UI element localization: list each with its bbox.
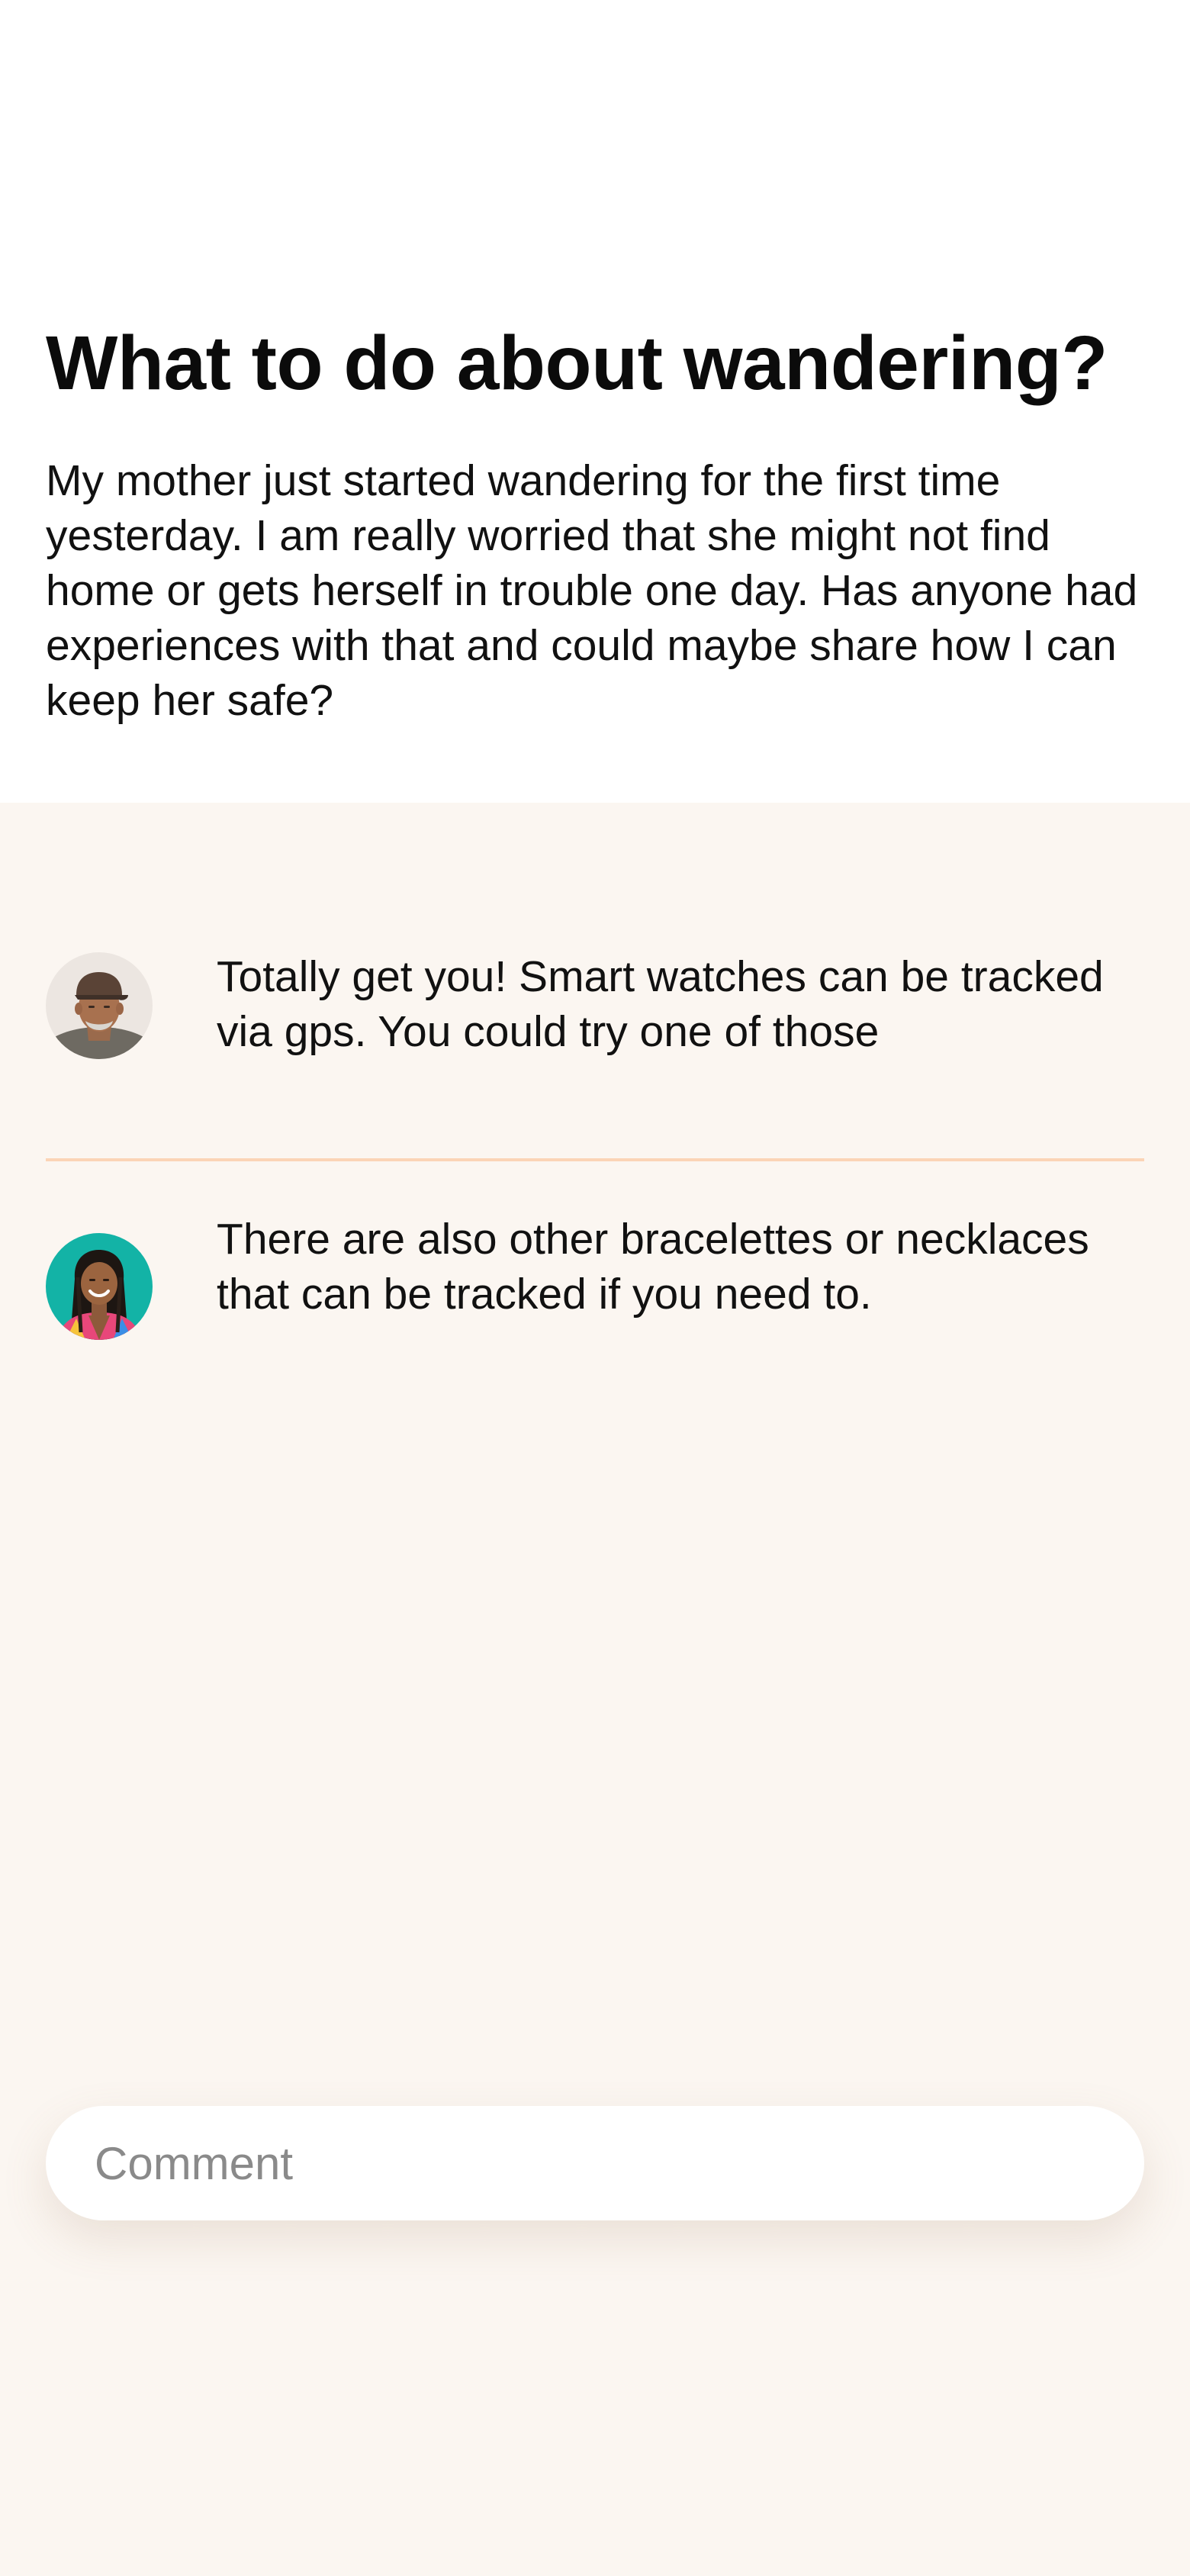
comment-text: There are also other bracelettes or neck… — [217, 1215, 1089, 1319]
post-title: What to do about wandering? — [46, 320, 1108, 406]
avatar-older-man-image — [46, 952, 153, 1059]
post-section: What to do about wandering? My mother ju… — [0, 0, 1190, 803]
comment-divider — [46, 1158, 1144, 1161]
avatar-woman-braids-icon[interactable] — [46, 1233, 153, 1340]
avatar-woman-braids-image — [46, 1233, 153, 1340]
post-body: My mother just started wandering for the… — [46, 456, 1138, 725]
comment-text: Totally get you! Smart watches can be tr… — [217, 952, 1104, 1056]
comment-input-bar[interactable] — [46, 2106, 1144, 2220]
avatar-older-man-cap-icon[interactable] — [46, 952, 153, 1059]
comment-input[interactable] — [95, 2106, 1117, 2220]
